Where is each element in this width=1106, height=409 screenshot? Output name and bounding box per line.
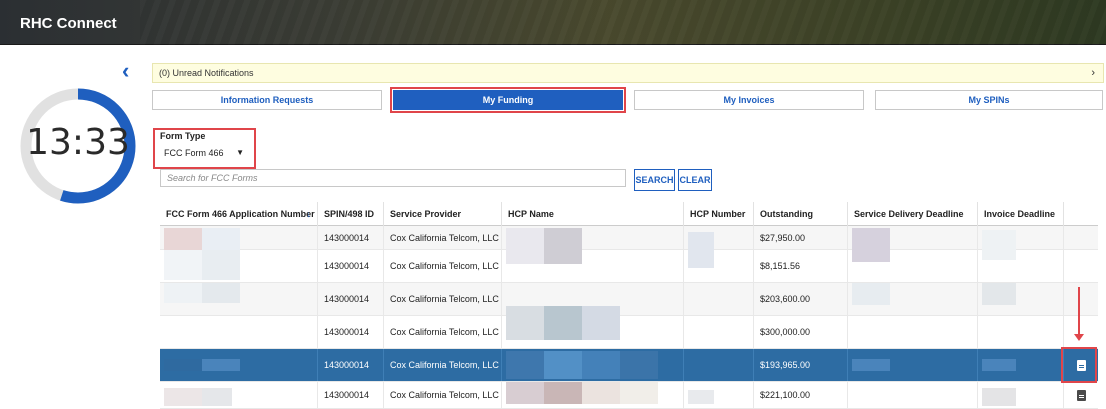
spin-cell: 143000014 (318, 283, 384, 315)
session-timer: 13:33 (18, 86, 138, 206)
invoice-deadline-cell (978, 283, 1064, 315)
hcp-number-cell (684, 250, 754, 282)
outstanding-balance-cell: $193,965.00 (754, 349, 848, 381)
hcp-number-cell (684, 382, 754, 408)
table-row[interactable]: 143000014 Cox California Telcom, LLC $20… (160, 283, 1098, 316)
actions-cell (1064, 349, 1098, 381)
spin-cell: 143000014 (318, 382, 384, 408)
outstanding-balance-cell: $221,100.00 (754, 382, 848, 408)
tab-my-funding[interactable]: My Funding (393, 90, 623, 110)
tab-information-requests[interactable]: Information Requests (152, 90, 382, 110)
hcp-name-cell (502, 250, 684, 282)
actions-cell (1064, 316, 1098, 348)
service-delivery-deadline-cell (848, 316, 978, 348)
actions-cell (1064, 283, 1098, 315)
column-header-hcp-name[interactable]: HCP Name (502, 202, 684, 226)
actions-cell (1064, 382, 1098, 408)
service-provider-cell: Cox California Telcom, LLC (384, 316, 502, 348)
column-header-spin[interactable]: SPIN/498 ID (318, 202, 384, 226)
table-row[interactable]: 143000014 Cox California Telcom, LLC $22… (160, 382, 1098, 409)
clear-button[interactable]: CLEAR (678, 169, 712, 191)
table-header: FCC Form 466 Application Number ↓ SPIN/4… (160, 202, 1098, 243)
document-icon[interactable] (1076, 389, 1086, 401)
table-row-selected[interactable]: 143000014 Cox California Telcom, LLC $19… (160, 349, 1098, 382)
app-title: RHC Connect (20, 15, 117, 32)
search-input[interactable]: Search for FCC Forms (160, 169, 626, 187)
hcp-number-cell (684, 283, 754, 315)
hcp-number-cell (684, 226, 754, 268)
application-number-cell (160, 283, 318, 315)
application-number-cell (160, 226, 318, 258)
column-header-hcp-number[interactable]: HCP Number (684, 202, 754, 226)
tab-my-invoices[interactable]: My Invoices (634, 90, 864, 110)
service-provider-cell: Cox California Telcom, LLC (384, 250, 502, 282)
service-provider-cell: Cox California Telcom, LLC (384, 226, 502, 249)
timer-value: 13:33 (26, 122, 130, 163)
service-provider-cell: Cox California Telcom, LLC (384, 349, 502, 381)
outstanding-balance-cell: $203,600.00 (754, 283, 848, 315)
service-delivery-deadline-cell (848, 250, 978, 282)
spin-cell: 143000014 (318, 349, 384, 381)
hcp-name-cell (502, 306, 684, 348)
service-delivery-deadline-cell (848, 283, 978, 315)
invoice-deadline-cell (978, 316, 1064, 348)
service-provider-cell: Cox California Telcom, LLC (384, 382, 502, 408)
form-type-value: FCC Form 466 (164, 148, 224, 158)
chevron-right-icon[interactable]: › (1091, 67, 1095, 79)
unread-notifications-bar[interactable]: (0) Unread Notifications › (152, 63, 1104, 83)
outstanding-balance-cell: $300,000.00 (754, 316, 848, 348)
annotation-arrow (1074, 287, 1084, 341)
application-number-cell (160, 316, 318, 348)
column-header-service-delivery-deadline[interactable]: Service Delivery Deadline (848, 202, 978, 226)
service-delivery-deadline-cell (848, 349, 978, 381)
invoice-deadline-cell (978, 382, 1064, 408)
column-header-invoice-deadline[interactable]: Invoice Deadline (978, 202, 1064, 226)
back-chevron-icon[interactable]: ‹ (122, 60, 142, 82)
invoice-deadline-cell (978, 250, 1064, 282)
invoice-deadline-cell (978, 349, 1064, 381)
header-banner-image (140, 0, 1106, 45)
form-type-select[interactable]: FCC Form 466 ▼ (160, 145, 250, 163)
hcp-name-cell (502, 226, 684, 264)
service-delivery-deadline-cell (848, 382, 978, 408)
column-header-application-number[interactable]: FCC Form 466 Application Number ↓ (160, 202, 318, 226)
invoice-deadline-cell (978, 226, 1064, 260)
outstanding-balance-cell: $8,151.56 (754, 250, 848, 282)
hcp-name-cell (502, 382, 684, 408)
hcp-number-cell (684, 316, 754, 348)
column-header-actions (1064, 202, 1098, 226)
service-delivery-deadline-cell (848, 226, 978, 262)
column-header-service-provider[interactable]: Service Provider (384, 202, 502, 226)
search-button[interactable]: SEARCH (634, 169, 675, 191)
actions-cell (1064, 250, 1098, 282)
tab-my-spins[interactable]: My SPINs (875, 90, 1103, 110)
form-type-label: Form Type (160, 131, 206, 141)
application-number-cell (160, 250, 318, 282)
app-header: RHC Connect (0, 0, 1106, 45)
outstanding-balance-cell: $27,950.00 (754, 226, 848, 249)
spin-cell: 143000014 (318, 226, 384, 249)
table-row[interactable]: 143000014 Cox California Telcom, LLC $27… (160, 226, 1098, 268)
column-header-outstanding-balance[interactable]: Outstanding Balance (754, 202, 848, 243)
spin-cell: 143000014 (318, 316, 384, 348)
application-number-cell (160, 382, 318, 408)
application-number-cell (160, 349, 318, 381)
spin-cell: 143000014 (318, 250, 384, 282)
hcp-name-cell (502, 349, 684, 381)
document-icon[interactable] (1076, 359, 1086, 371)
sort-down-icon[interactable]: ↓ (307, 202, 312, 226)
hcp-number-cell (684, 349, 754, 381)
actions-cell (1064, 226, 1098, 249)
caret-down-icon: ▼ (236, 148, 244, 157)
table-row[interactable]: 143000014 Cox California Telcom, LLC $8,… (160, 250, 1098, 283)
notifications-label: (0) Unread Notifications (159, 68, 254, 78)
service-provider-cell: Cox California Telcom, LLC (384, 283, 502, 315)
table-row[interactable]: 143000014 Cox California Telcom, LLC $30… (160, 306, 1098, 349)
